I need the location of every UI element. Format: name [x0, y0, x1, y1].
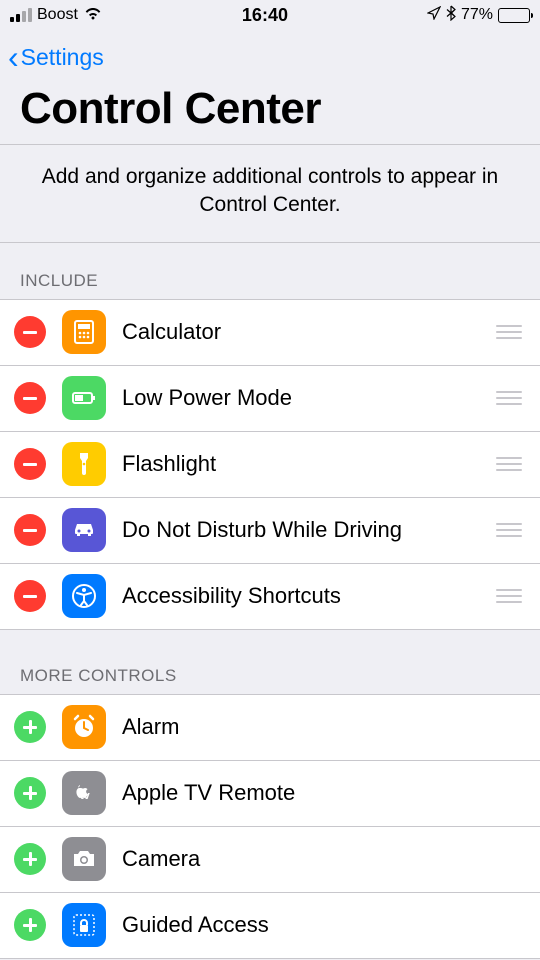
- include-list: Calculator Low Power Mode Flashlight Do Not…: [0, 299, 540, 630]
- nav-header: ‹ Settings: [0, 30, 540, 84]
- row-label: Low Power Mode: [122, 385, 480, 411]
- remove-button[interactable]: [14, 448, 46, 480]
- row-label: Flashlight: [122, 451, 480, 477]
- calculator-icon: [62, 310, 106, 354]
- list-item: Accessibility Shortcuts: [0, 564, 540, 630]
- wifi-icon: [83, 5, 103, 25]
- list-item: Camera: [0, 827, 540, 893]
- list-item: Do Not Disturb While Driving: [0, 498, 540, 564]
- flashlight-icon: [62, 442, 106, 486]
- row-label: Calculator: [122, 319, 480, 345]
- appletv-icon: tv: [62, 771, 106, 815]
- accessibility-icon: [62, 574, 106, 618]
- remove-button[interactable]: [14, 580, 46, 612]
- camera-icon: [62, 837, 106, 881]
- drag-handle-icon[interactable]: [496, 523, 526, 537]
- location-icon: [427, 5, 441, 25]
- status-bar: Boost 16:40 77%: [0, 0, 540, 30]
- carrier-label: Boost: [37, 6, 78, 24]
- section-header-more: MORE CONTROLS: [0, 630, 540, 694]
- svg-text:tv: tv: [80, 790, 91, 802]
- drag-handle-icon[interactable]: [496, 457, 526, 471]
- list-item: Flashlight: [0, 432, 540, 498]
- clock-label: 16:40: [242, 5, 288, 26]
- row-label: Apple TV Remote: [122, 780, 526, 806]
- row-label: Guided Access: [122, 912, 526, 938]
- battery-icon: [498, 8, 530, 23]
- row-label: Alarm: [122, 714, 526, 740]
- signal-strength-icon: [10, 8, 32, 22]
- add-button[interactable]: [14, 909, 46, 941]
- list-item: Guided Access: [0, 893, 540, 959]
- list-item: Calculator: [0, 300, 540, 366]
- remove-button[interactable]: [14, 514, 46, 546]
- back-button-label[interactable]: Settings: [21, 44, 104, 71]
- add-button[interactable]: [14, 777, 46, 809]
- more-list: Alarm tv Apple TV Remote Camera Guided Acces…: [0, 694, 540, 959]
- row-label: Do Not Disturb While Driving: [122, 517, 480, 543]
- drag-handle-icon[interactable]: [496, 391, 526, 405]
- drag-handle-icon[interactable]: [496, 589, 526, 603]
- row-label: Accessibility Shortcuts: [122, 583, 480, 609]
- row-label: Camera: [122, 846, 526, 872]
- page-description: Add and organize additional controls to …: [0, 144, 540, 243]
- list-item: Low Power Mode: [0, 366, 540, 432]
- add-button[interactable]: [14, 711, 46, 743]
- remove-button[interactable]: [14, 316, 46, 348]
- remove-button[interactable]: [14, 382, 46, 414]
- battery-icon: [62, 376, 106, 420]
- drag-handle-icon[interactable]: [496, 325, 526, 339]
- section-header-include: INCLUDE: [0, 243, 540, 299]
- alarm-icon: [62, 705, 106, 749]
- battery-percent-label: 77%: [461, 6, 493, 24]
- page-title: Control Center: [0, 84, 540, 144]
- back-chevron-icon[interactable]: ‹: [8, 41, 19, 73]
- car-icon: [62, 508, 106, 552]
- lock-icon: [62, 903, 106, 947]
- list-item: Alarm: [0, 695, 540, 761]
- bluetooth-icon: [446, 5, 456, 26]
- list-item: tv Apple TV Remote: [0, 761, 540, 827]
- add-button[interactable]: [14, 843, 46, 875]
